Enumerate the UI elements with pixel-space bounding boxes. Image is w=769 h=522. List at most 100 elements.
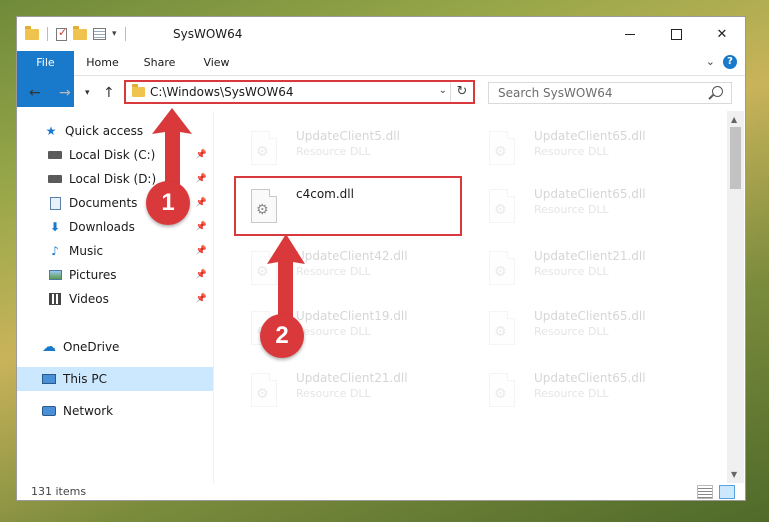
gear-icon: ⚙ — [494, 324, 507, 340]
window-title: SysWOW64 — [173, 27, 243, 41]
sidebar-item-label: Downloads — [69, 220, 135, 234]
sidebar-item-music[interactable]: ♪ Music 📌 — [17, 239, 213, 263]
gear-icon: ⚙ — [256, 264, 269, 280]
scroll-down-icon[interactable]: ▼ — [731, 470, 737, 479]
file-name: UpdateClient65.dll — [534, 371, 646, 385]
file-item[interactable]: ⚙ UpdateClient5.dll Resource DLL — [239, 121, 469, 177]
address-bar[interactable]: C:\Windows\SysWOW64 ⌄ ↻ — [124, 80, 475, 104]
sidebar-item-label: Videos — [69, 292, 109, 306]
up-arrow-icon[interactable]: ↑ — [103, 85, 115, 101]
star-icon: ★ — [45, 124, 57, 138]
file-item[interactable]: ⚙ UpdateClient65.dll Resource DLL — [477, 179, 707, 235]
back-arrow-icon[interactable]: ← — [29, 85, 41, 101]
sidebar-item-network[interactable]: Network — [17, 399, 213, 423]
file-explorer-window: ▾ SysWOW64 ✕ File Home Share View ⌄ ? ← … — [16, 16, 746, 501]
recent-locations-chevron-icon[interactable]: ▾ — [85, 88, 90, 98]
properties-icon[interactable] — [93, 28, 106, 40]
search-icon[interactable] — [712, 86, 723, 97]
maximize-button[interactable] — [653, 17, 699, 51]
address-dropdown-chevron-icon[interactable]: ⌄ — [439, 85, 447, 96]
sidebar-item-label: OneDrive — [63, 340, 120, 354]
network-icon — [41, 404, 57, 418]
address-path[interactable]: C:\Windows\SysWOW64 — [150, 85, 294, 99]
file-name: UpdateClient19.dll — [296, 309, 408, 323]
pin-icon: 📌 — [195, 222, 207, 232]
sidebar-item-label: Quick access — [65, 124, 144, 138]
refresh-icon[interactable]: ↻ — [450, 82, 473, 102]
sidebar-item-label: Documents — [69, 196, 138, 210]
tab-home[interactable]: Home — [74, 51, 131, 75]
file-type: Resource DLL — [296, 145, 371, 158]
address-row: ← → ▾ ↑ C:\Windows\SysWOW64 ⌄ ↻ Search S… — [17, 76, 745, 110]
file-item[interactable]: ⚙ UpdateClient21.dll Resource DLL — [477, 241, 707, 297]
file-name: UpdateClient65.dll — [534, 187, 646, 201]
pin-icon: 📌 — [195, 270, 207, 280]
pin-icon: 📌 — [195, 294, 207, 304]
sidebar-item-videos[interactable]: Videos 📌 — [17, 287, 213, 311]
expand-ribbon-chevron-icon[interactable]: ⌄ — [706, 55, 715, 68]
properties-check-icon[interactable] — [56, 26, 67, 41]
file-item[interactable]: ⚙ UpdateClient21.dll Resource DLL — [239, 363, 469, 419]
file-name: UpdateClient5.dll — [296, 129, 400, 143]
file-type: Resource DLL — [534, 387, 609, 400]
search-box[interactable]: Search SysWOW64 — [488, 82, 732, 104]
search-placeholder[interactable]: Search SysWOW64 — [498, 86, 612, 100]
pin-icon: 📌 — [195, 150, 207, 160]
dll-file-icon: ⚙ — [251, 251, 277, 285]
gear-icon: ⚙ — [256, 386, 269, 402]
forward-arrow-icon[interactable]: → — [59, 85, 71, 101]
file-name: UpdateClient42.dll — [296, 249, 408, 263]
sidebar-item-label: Music — [69, 244, 104, 258]
dll-file-icon: ⚙ — [489, 251, 515, 285]
minimize-icon — [625, 33, 635, 35]
step-1-badge: 1 — [146, 181, 190, 225]
file-item[interactable]: ⚙ UpdateClient42.dll Resource DLL — [239, 241, 469, 297]
help-icon[interactable]: ? — [723, 55, 737, 69]
sidebar-item-quick-access[interactable]: ★ Quick access — [17, 119, 213, 143]
gear-icon: ⚙ — [256, 144, 269, 160]
maximize-icon — [670, 28, 682, 40]
sidebar-item-downloads[interactable]: ⬇ Downloads 📌 — [17, 215, 213, 239]
file-type: Resource DLL — [296, 387, 371, 400]
cloud-icon: ☁ — [42, 339, 56, 355]
customize-toolbar-chevron-icon[interactable]: ▾ — [112, 29, 117, 39]
dll-file-icon: ⚙ — [251, 131, 277, 165]
sidebar-item-label: Local Disk (D:) — [69, 172, 157, 186]
dll-file-icon: ⚙ — [251, 373, 277, 407]
vertical-scrollbar[interactable]: ▲ ▼ — [727, 111, 744, 483]
tab-view[interactable]: View — [188, 51, 245, 75]
minimize-button[interactable] — [607, 17, 653, 51]
file-type: Resource DLL — [534, 145, 609, 158]
window-controls: ✕ — [607, 17, 745, 51]
drive-icon — [47, 148, 63, 162]
download-icon: ⬇ — [49, 220, 61, 234]
music-icon: ♪ — [51, 244, 59, 258]
scroll-up-icon[interactable]: ▲ — [731, 115, 737, 124]
close-button[interactable]: ✕ — [699, 17, 745, 51]
tiles-view-icon[interactable] — [719, 485, 735, 499]
file-type: Resource DLL — [534, 203, 609, 216]
file-item[interactable]: ⚙ UpdateClient65.dll Resource DLL — [477, 301, 707, 357]
sidebar-item-label: Local Disk (C:) — [69, 148, 156, 162]
sidebar-item-this-pc[interactable]: This PC — [17, 367, 213, 391]
details-view-icon[interactable] — [697, 485, 713, 499]
pin-icon: 📌 — [195, 246, 207, 256]
status-bar: 131 items — [17, 483, 745, 501]
dll-file-icon: ⚙ — [489, 311, 515, 345]
pictures-icon — [47, 268, 63, 282]
gear-icon: ⚙ — [494, 264, 507, 280]
file-item[interactable]: ⚙ UpdateClient65.dll Resource DLL — [477, 363, 707, 419]
tab-share[interactable]: Share — [131, 51, 188, 75]
sidebar-item-pictures[interactable]: Pictures 📌 — [17, 263, 213, 287]
scroll-thumb[interactable] — [730, 127, 741, 189]
file-list: ⚙ UpdateClient5.dll Resource DLL ⚙ Updat… — [229, 111, 727, 483]
sidebar-item-label: Network — [63, 404, 114, 418]
new-folder-icon[interactable] — [73, 25, 87, 40]
gear-icon: ⚙ — [494, 202, 507, 218]
file-name: UpdateClient65.dll — [534, 309, 646, 323]
file-item[interactable]: ⚙ UpdateClient65.dll Resource DLL — [477, 121, 707, 177]
sidebar-item-onedrive[interactable]: ☁ OneDrive — [17, 335, 213, 359]
quick-access-toolbar: ▾ — [25, 25, 128, 41]
sidebar-item-local-disk-c[interactable]: Local Disk (C:) 📌 — [17, 143, 213, 167]
file-name: UpdateClient21.dll — [296, 371, 408, 385]
